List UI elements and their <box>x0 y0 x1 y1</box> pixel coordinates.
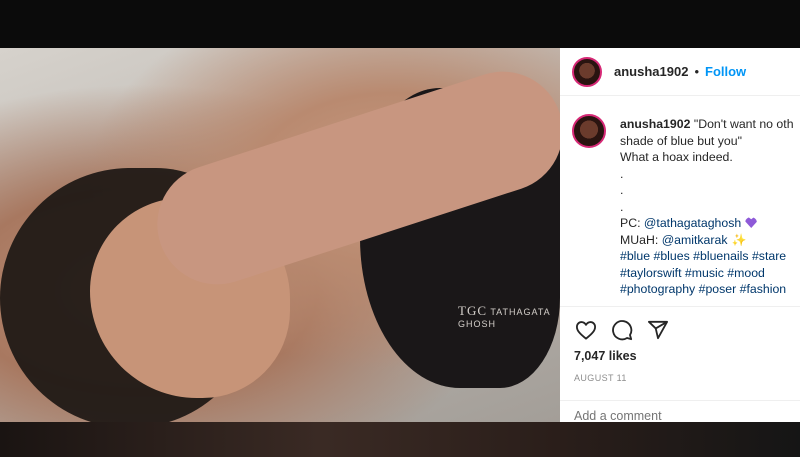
caption-pc-link[interactable]: @tathagataghosh <box>644 216 741 230</box>
caption-dot1: . <box>620 166 624 181</box>
top-letterbox <box>0 0 800 48</box>
caption-muah-link[interactable]: @amitkarak <box>662 233 728 247</box>
caption-hashtags-1[interactable]: #blue #blues #bluenails #stare <box>620 248 800 265</box>
comment-input[interactable] <box>574 409 774 423</box>
caption-dot2: . <box>620 183 624 197</box>
caption-line1: "Don't want no oth <box>693 117 794 131</box>
header-username[interactable]: anusha1902 <box>614 64 688 79</box>
caption-text: anusha1902 "Don't want no oth shade of b… <box>620 116 800 298</box>
caption-muah-label: MUaH: <box>620 232 662 247</box>
caption-dot3: . <box>620 199 624 214</box>
post-photo[interactable]: TGC TATHAGATA GHOSH <box>0 48 560 422</box>
share-icon <box>648 320 668 340</box>
likes-count[interactable]: 7,047 likes <box>574 349 637 363</box>
follow-button[interactable]: Follow <box>705 64 746 79</box>
like-button[interactable] <box>574 318 598 342</box>
bottom-letterbox <box>0 422 800 457</box>
header-separator: • <box>694 64 699 79</box>
caption-pc-label: PC: <box>620 216 644 230</box>
caption-avatar[interactable] <box>572 114 606 148</box>
post-header: anusha1902 • Follow <box>560 48 800 96</box>
action-icons <box>574 318 670 342</box>
actions-divider <box>560 306 800 307</box>
heart-icon <box>576 321 596 340</box>
sparkle-icon: ✨ <box>731 232 747 247</box>
purple-heart-icon <box>745 217 758 228</box>
comment-icon <box>612 320 633 341</box>
caption-hashtags-3[interactable]: #photography #poser #fashion <box>620 281 800 298</box>
post-side-panel: anusha1902 • Follow anusha1902 "Don't wa… <box>560 48 800 423</box>
share-button[interactable] <box>646 318 670 342</box>
caption-line3: What a hoax indeed. <box>620 150 733 164</box>
comment-button[interactable] <box>610 318 634 342</box>
caption-line2: shade of blue but you" <box>620 133 742 148</box>
photo-watermark: TGC TATHAGATA GHOSH <box>458 303 560 329</box>
post-date[interactable]: AUGUST 11 <box>574 373 627 383</box>
caption: anusha1902 "Don't want no oth shade of b… <box>572 110 800 306</box>
watermark-logo: TGC <box>458 303 487 318</box>
avatar[interactable] <box>572 56 602 87</box>
caption-username[interactable]: anusha1902 <box>620 117 690 131</box>
caption-hashtags-2[interactable]: #taylorswift #music #mood <box>620 265 800 282</box>
